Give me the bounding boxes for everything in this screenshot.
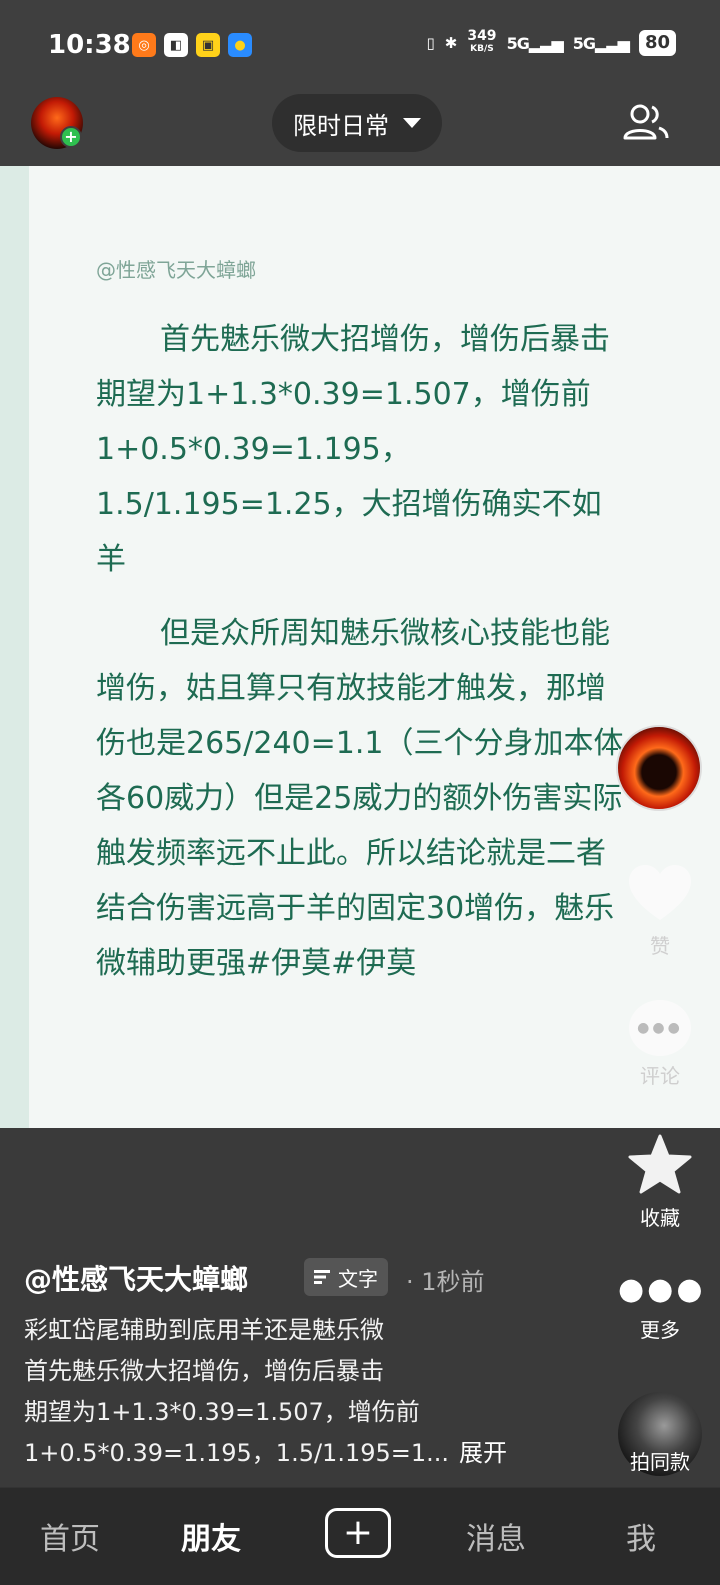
caption-line-2: 首先魅乐微大招增伤，增伤后暴击 [24, 1357, 384, 1385]
news-icon: ▣ [196, 33, 220, 57]
bluetooth-icon: ✱ [444, 34, 458, 52]
caption-line-1: 彩虹岱尾辅助到底用羊还是魅乐微 [24, 1316, 384, 1344]
post-author-tag: @性感飞天大蟑螂 [96, 258, 256, 282]
signal-icon: 5G▂▃▅ [506, 33, 564, 53]
status-time: 10:38 [48, 30, 131, 60]
more-button[interactable]: ●●● 更多 [618, 1272, 706, 1343]
caption-line-4: 1+0.5*0.39=1.195，1.5/1.195=1... 展开 [24, 1439, 508, 1467]
caption-author[interactable]: @性感飞天大蟑螂 [24, 1258, 248, 1298]
friends-icon[interactable] [622, 102, 670, 142]
expand-button[interactable]: 展开 [459, 1439, 507, 1467]
shoot-same-button[interactable]: 拍同款 [618, 1392, 702, 1476]
caption-line-3: 期望为1+1.3*0.39=1.507，增伤前 [24, 1398, 420, 1426]
nav-home[interactable]: 首页 [40, 1514, 100, 1558]
heart-icon [629, 865, 691, 920]
didi-icon: ◎ [132, 33, 156, 57]
nav-friends[interactable]: 朋友 [181, 1514, 241, 1558]
more-label: 更多 [640, 1318, 680, 1342]
type-label: 文字 [338, 1266, 378, 1291]
comment-label: 评论 [640, 1064, 680, 1088]
like-button[interactable]: 赞 [618, 864, 702, 959]
star-icon [628, 1134, 692, 1194]
nav-messages[interactable]: 消息 [466, 1514, 526, 1558]
more-icon: ●●● [618, 1272, 706, 1307]
app-icon: ◧ [164, 33, 188, 57]
collect-button[interactable]: 收藏 [618, 1134, 702, 1231]
nav-me[interactable]: 我 [626, 1514, 656, 1558]
vibrate-icon: ▯ [426, 34, 435, 52]
signal-icon-2: 5G▂▃▅ [572, 33, 630, 53]
content-strip [0, 166, 29, 1128]
text-icon [314, 1270, 330, 1284]
post-content[interactable]: @性感飞天大蟑螂 首先魅乐微大招增伤，增伤后暴击期望为1+1.3*0.39=1.… [0, 166, 720, 1128]
caption-text[interactable]: 彩虹岱尾辅助到底用羊还是魅乐微 首先魅乐微大招增伤，增伤后暴击 期望为1+1.3… [24, 1310, 544, 1474]
comment-button[interactable]: ●●● 评论 [618, 1000, 702, 1089]
collect-label: 收藏 [640, 1206, 680, 1230]
feed-dropdown[interactable]: 限时日常 [272, 94, 442, 152]
comment-icon: ●●● [629, 1000, 691, 1056]
dropdown-label: 限时日常 [293, 111, 389, 140]
post-time: · 1秒前 [406, 1268, 485, 1296]
like-label: 赞 [650, 934, 670, 958]
notification-icons: ◎ ◧ ▣ ● [132, 33, 252, 57]
plus-icon: + [342, 1512, 374, 1553]
status-indicators: ▯ ✱ 349 KB/S 5G▂▃▅ 5G▂▃▅ 80 [426, 28, 676, 56]
post-paragraph-1: 首先魅乐微大招增伤，增伤后暴击期望为1+1.3*0.39=1.507，增伤前1+… [96, 322, 610, 577]
bottom-nav: 首页 朋友 + 消息 我 [0, 1487, 720, 1585]
net-speed: 349 KB/S [467, 28, 497, 54]
qq-icon: ● [228, 33, 252, 57]
status-bar: 10:38 ◎ ◧ ▣ ● ▯ ✱ 349 KB/S 5G▂▃▅ 5G▂▃▅ 8… [0, 0, 720, 92]
top-header: + 限时日常 [0, 92, 720, 166]
caret-down-icon [403, 118, 421, 128]
create-button[interactable]: + [325, 1508, 391, 1558]
type-badge: 文字 [304, 1258, 388, 1296]
shoot-same-label: 拍同款 [630, 1450, 690, 1474]
creator-avatar[interactable] [616, 725, 702, 811]
add-icon[interactable]: + [60, 126, 82, 148]
post-paragraph-2: 但是众所周知魅乐微核心技能也能增伤，姑且算只有放技能才触发，那增伤也是265/2… [96, 616, 624, 981]
battery-icon: 80 [638, 30, 676, 56]
